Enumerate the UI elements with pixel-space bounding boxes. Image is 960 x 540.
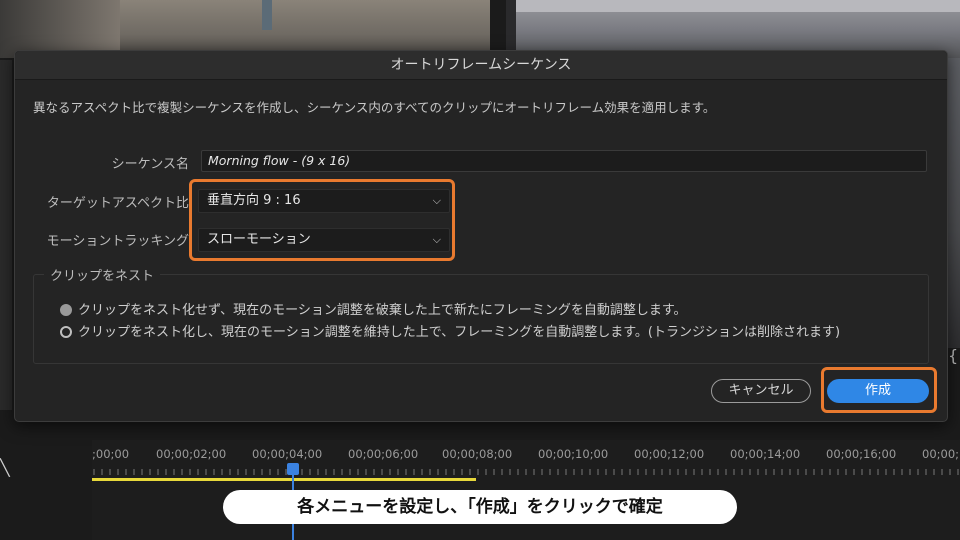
instruction-caption: 各メニューを設定し、「作成」をクリックで確定: [223, 490, 737, 524]
radio-option-label: クリップをネスト化し、現在のモーション調整を維持した上で、フレーミングを自動調整…: [78, 325, 841, 340]
radio-unselected-icon[interactable]: [60, 326, 72, 338]
radio-option-label: クリップをネスト化せず、現在のモーション調整を破棄した上で新たにフレーミングを自…: [78, 303, 687, 318]
chevron-down-icon: ⌵: [432, 194, 441, 207]
timecode-label: ;00;00: [92, 447, 130, 461]
cancel-button[interactable]: キャンセル: [711, 379, 811, 403]
tool-icon[interactable]: ╲: [0, 458, 10, 477]
background-panel-right: [946, 58, 960, 348]
sequence-name-input[interactable]: Morning flow - (9 x 16): [201, 150, 927, 172]
sequence-name-label: シーケンス名: [111, 157, 189, 172]
motion-tracking-label: モーショントラッキング: [46, 234, 189, 249]
target-aspect-label: ターゲットアスペクト比: [46, 196, 189, 211]
timecode-label: 00;00;06;00: [348, 447, 419, 461]
background-panel-left: [0, 60, 12, 410]
timecode-label: 00;00;04;00: [252, 447, 323, 461]
brace-icon: {: [948, 346, 959, 365]
radio-selected-icon[interactable]: [60, 304, 72, 316]
radio-option-nest[interactable]: クリップをネスト化し、現在のモーション調整を維持した上で、フレーミングを自動調整…: [60, 321, 840, 340]
timecode-label: 00;00;14;00: [730, 447, 801, 461]
work-area-bar[interactable]: [92, 478, 476, 481]
dialog-description: 異なるアスペクト比で複製シーケンスを作成し、シーケンス内のすべてのクリップにオー…: [33, 100, 716, 115]
create-button[interactable]: 作成: [827, 379, 929, 403]
radio-option-no-nest[interactable]: クリップをネスト化せず、現在のモーション調整を破棄した上で新たにフレーミングを自…: [60, 299, 687, 318]
time-ruler[interactable]: [92, 467, 960, 475]
timecode-label: 00;00;02;00: [156, 447, 227, 461]
timecode-label: 00;00;12;00: [634, 447, 705, 461]
motion-tracking-select[interactable]: スローモーション ⌵: [198, 228, 450, 252]
nest-clips-group-title: クリップをネスト: [44, 265, 161, 284]
target-aspect-select[interactable]: 垂直方向 9 : 16 ⌵: [198, 189, 450, 213]
nest-clips-group: クリップをネスト クリップをネスト化せず、現在のモーション調整を破棄した上で新た…: [33, 265, 929, 364]
target-aspect-value: 垂直方向 9 : 16: [207, 193, 301, 208]
auto-reframe-dialog: オートリフレームシーケンス 異なるアスペクト比で複製シーケンスを作成し、シーケン…: [14, 50, 948, 422]
timecode-label: 00;00;08;00: [442, 447, 513, 461]
timecode-label: 00;00;10;00: [538, 447, 609, 461]
timecode-label: 00;00;1: [922, 447, 960, 461]
dialog-title: オートリフレームシーケンス: [15, 51, 947, 80]
chevron-down-icon: ⌵: [432, 233, 441, 246]
timecode-label: 00;00;16;00: [826, 447, 897, 461]
motion-tracking-value: スローモーション: [207, 232, 311, 247]
